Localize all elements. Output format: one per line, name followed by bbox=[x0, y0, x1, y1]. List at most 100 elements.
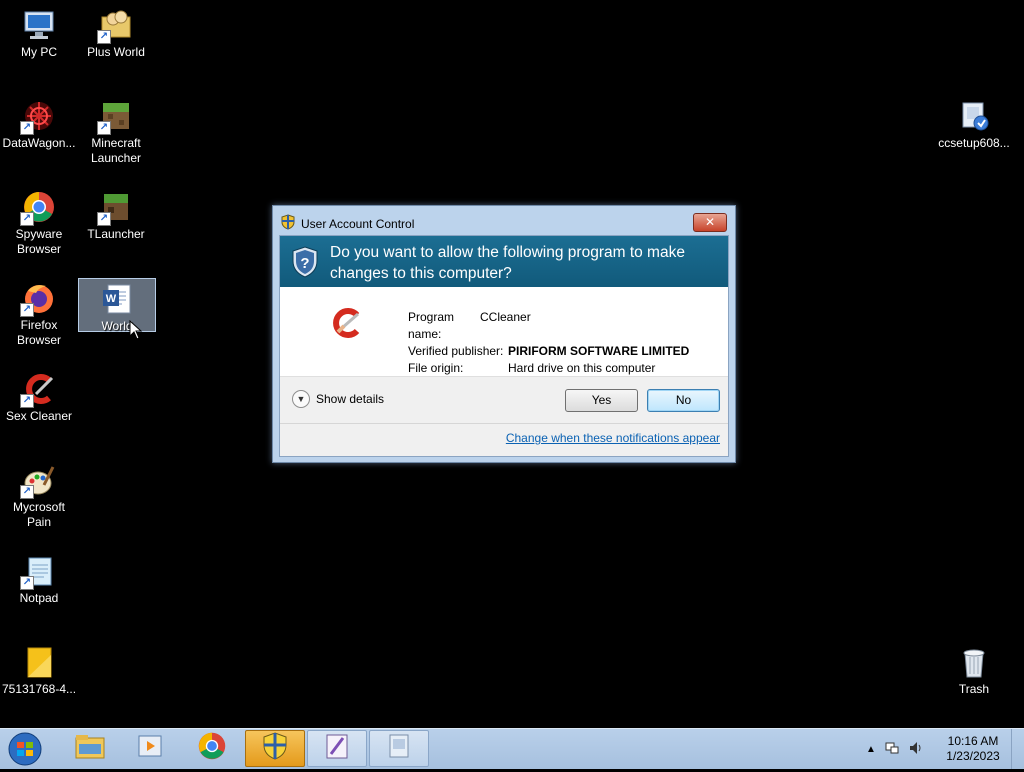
svg-text:?: ? bbox=[300, 255, 309, 272]
desktop-icon-label: Plus World bbox=[87, 45, 145, 59]
desktop-icon-label: ccsetup608... bbox=[938, 136, 1010, 150]
desktop-icon-label: 75131768-4... bbox=[1, 682, 77, 696]
dialog-body: ? Do you want to allow the following pro… bbox=[279, 235, 729, 457]
computer-icon bbox=[22, 8, 56, 42]
desktop-icon-trash[interactable]: Trash bbox=[935, 639, 1013, 697]
ccleaner-icon: ↗ bbox=[20, 372, 56, 408]
uac-dialog: User Account Control ✕ ? Do you want to … bbox=[272, 205, 736, 463]
clock[interactable]: 10:16 AM 1/23/2023 bbox=[938, 734, 1008, 764]
desktop-icon-label: World bbox=[101, 319, 133, 333]
dialog-header: ? Do you want to allow the following pro… bbox=[280, 236, 728, 287]
desktop-icon-world[interactable]: W World bbox=[78, 278, 156, 333]
media-player-icon bbox=[136, 732, 164, 765]
tlauncher-icon: ↗ bbox=[97, 190, 133, 226]
network-icon[interactable] bbox=[884, 740, 900, 759]
taskbar-uac[interactable] bbox=[245, 730, 305, 767]
installer-app-icon bbox=[385, 732, 413, 765]
taskbar: ▲ 10:16 AM 1/23/2023 bbox=[0, 728, 1024, 769]
show-details-label: Show details bbox=[316, 392, 385, 406]
dialog-titlebar: User Account Control bbox=[281, 214, 414, 233]
taskbar-installer[interactable] bbox=[369, 730, 429, 767]
desktop-icon-label: DataWagon... bbox=[2, 136, 76, 150]
desktop-icon-tlauncher[interactable]: ↗ TLauncher bbox=[77, 184, 155, 242]
divider bbox=[280, 423, 728, 424]
desktop-icon-label: Firefox Browser bbox=[16, 318, 61, 347]
system-tray: ▲ bbox=[866, 729, 924, 769]
file-origin-key: File origin: bbox=[408, 361, 464, 375]
image-file-icon bbox=[22, 645, 56, 679]
desktop-icon-label: Mycrosoft Pain bbox=[12, 500, 65, 529]
desktop-icon-datawagon[interactable]: ↗ DataWagon... bbox=[0, 93, 78, 151]
desktop-icon-sex-cleaner[interactable]: ↗ Sex Cleaner bbox=[0, 366, 78, 424]
uac-shield-icon: ? bbox=[290, 245, 320, 284]
program-name-key: Program name: bbox=[408, 310, 455, 341]
svg-text:W: W bbox=[106, 293, 117, 305]
file-origin-value: Hard drive on this computer bbox=[508, 361, 656, 375]
desktop-icon-ccsetup[interactable]: ccsetup608... bbox=[935, 93, 1013, 151]
no-button[interactable]: No bbox=[647, 389, 720, 412]
explorer-folder-icon bbox=[74, 732, 106, 765]
desktop-icon-label: TLauncher bbox=[87, 227, 145, 241]
shortcut-arrow-icon: ↗ bbox=[97, 121, 111, 135]
dialog-title: User Account Control bbox=[301, 216, 415, 231]
clock-time: 10:16 AM bbox=[947, 734, 999, 748]
paint-icon: ↗ bbox=[20, 463, 56, 499]
chrome-icon: ↗ bbox=[20, 190, 56, 226]
taskbar-paint[interactable] bbox=[307, 730, 367, 767]
clock-date: 1/23/2023 bbox=[946, 749, 1000, 763]
show-desktop-button[interactable] bbox=[1011, 729, 1024, 769]
yes-button[interactable]: Yes bbox=[565, 389, 638, 412]
desktop-icon-label: Minecraft Launcher bbox=[90, 136, 142, 165]
shortcut-arrow-icon: ↗ bbox=[20, 576, 34, 590]
uac-shield-small-icon bbox=[281, 214, 295, 233]
mouse-cursor-icon bbox=[129, 319, 143, 345]
desktop-icon-minecraft-launcher[interactable]: ↗ Minecraft Launcher bbox=[77, 93, 155, 166]
minecraft-icon: ↗ bbox=[97, 99, 133, 135]
shortcut-arrow-icon: ↗ bbox=[20, 394, 34, 408]
desktop-icon-label: Trash bbox=[958, 682, 990, 696]
start-button[interactable] bbox=[6, 731, 44, 767]
ccleaner-program-icon bbox=[330, 306, 364, 345]
desktop-icon-mycrosoft-pain[interactable]: ↗ Mycrosoft Pain bbox=[0, 457, 78, 530]
notepad-icon: ↗ bbox=[20, 554, 56, 590]
users-folder-icon: ↗ bbox=[97, 8, 133, 44]
taskbar-explorer[interactable] bbox=[60, 730, 120, 767]
desktop-icon-label: Spyware Browser bbox=[15, 227, 63, 256]
change-notifications-link[interactable]: Change when these notifications appear bbox=[506, 431, 720, 445]
desktop-icon-notpad[interactable]: ↗ Notpad bbox=[0, 548, 78, 606]
dialog-footer: ▼ Show details Yes No Change when these … bbox=[280, 377, 728, 456]
dialog-question: Do you want to allow the following progr… bbox=[330, 244, 685, 282]
installer-icon bbox=[957, 99, 991, 133]
desktop-icon-label: My PC bbox=[21, 45, 57, 59]
desktop-icon-firefox-browser[interactable]: ↗ Firefox Browser bbox=[0, 275, 78, 348]
show-hidden-icons-icon[interactable]: ▲ bbox=[866, 744, 876, 755]
chevron-down-icon: ▼ bbox=[292, 390, 310, 408]
shortcut-arrow-icon: ↗ bbox=[20, 303, 34, 317]
shortcut-arrow-icon: ↗ bbox=[20, 212, 34, 226]
program-name-value: CCleaner bbox=[480, 310, 531, 324]
desktop-icon-label: Sex Cleaner bbox=[5, 409, 73, 423]
close-button[interactable]: ✕ bbox=[693, 213, 727, 232]
publisher-value: PIRIFORM SOFTWARE LIMITED bbox=[508, 344, 690, 358]
recycle-bin-icon bbox=[957, 645, 991, 679]
show-details-toggle[interactable]: ▼ Show details bbox=[292, 390, 384, 408]
shortcut-arrow-icon: ↗ bbox=[97, 30, 111, 44]
desktop-icon-plus-world[interactable]: ↗ Plus World bbox=[77, 2, 155, 60]
desktop-icon-image-file[interactable]: 75131768-4... bbox=[0, 639, 78, 697]
word-doc-icon: W bbox=[100, 282, 134, 316]
taskbar-chrome[interactable] bbox=[182, 730, 242, 767]
taskbar-media-player[interactable] bbox=[120, 730, 180, 767]
chrome-icon bbox=[197, 731, 227, 766]
datawagon-icon: ↗ bbox=[20, 99, 56, 135]
publisher-key: Verified publisher: bbox=[408, 344, 504, 358]
uac-shield-icon bbox=[262, 731, 288, 766]
shortcut-arrow-icon: ↗ bbox=[20, 121, 34, 135]
shortcut-arrow-icon: ↗ bbox=[20, 485, 34, 499]
paint-app-icon bbox=[323, 732, 351, 765]
desktop-icon-spyware-browser[interactable]: ↗ Spyware Browser bbox=[0, 184, 78, 257]
desktop-icon-label: Notpad bbox=[19, 591, 59, 605]
shortcut-arrow-icon: ↗ bbox=[97, 212, 111, 226]
desktop-icon-my-pc[interactable]: My PC bbox=[0, 2, 78, 60]
volume-icon[interactable] bbox=[908, 740, 924, 759]
firefox-icon: ↗ bbox=[20, 281, 56, 317]
